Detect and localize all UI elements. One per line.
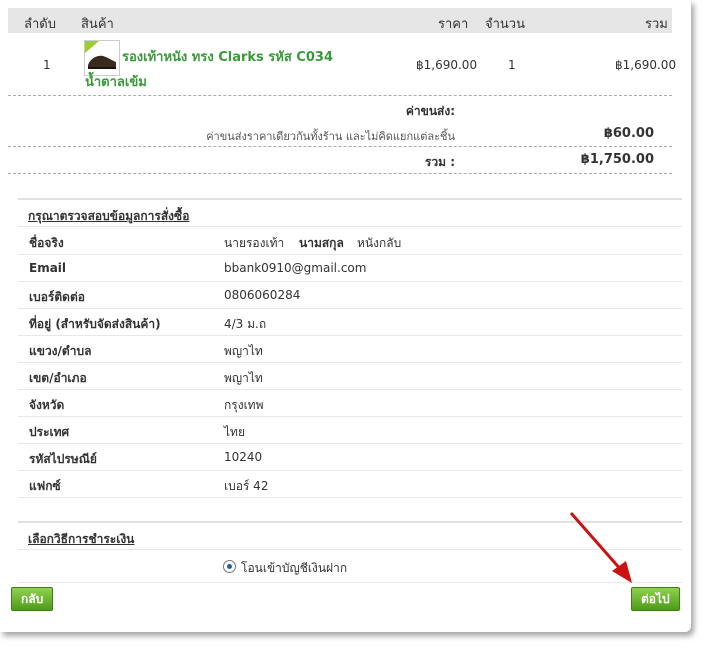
product-name-link[interactable]: รองเท้าหนัง ทรง Clarks รหัส C034 น้ำตาลเ… — [85, 45, 335, 95]
cart-table-header: ลำดับ สินค้า ราคา จำนวน รวม — [8, 8, 672, 33]
info-value-address: 4/3 ม.ถ — [224, 317, 267, 331]
row-divider — [18, 497, 682, 498]
row-divider — [18, 416, 682, 417]
order-info-title: กรุณาตรวจสอบข้อมูลการสั่งซื้อ — [28, 209, 190, 223]
divider — [8, 173, 672, 174]
grand-total-label: รวม : — [424, 155, 455, 169]
section-divider — [18, 198, 682, 200]
info-value-district: พญาไท — [224, 371, 263, 385]
header-index: ลำดับ — [24, 17, 56, 32]
row-divider — [18, 335, 682, 336]
header-price: ราคา — [438, 17, 469, 32]
info-value-postcode: 10240 — [224, 450, 263, 464]
row-divider — [18, 281, 682, 282]
shipping-note: ค่าขนส่งราคาเดียวกันทั้งร้าน และไม่คิดแย… — [206, 130, 455, 143]
info-label-phone: เบอร์ติดต่อ — [29, 290, 85, 304]
info-label-lastname: นามสกุล — [299, 236, 344, 250]
row-divider — [18, 308, 682, 309]
info-value-province: กรุงเทพ — [224, 398, 264, 412]
info-label-fax: แฟกซ์ — [29, 479, 61, 493]
next-button[interactable]: ต่อไป — [631, 587, 680, 611]
info-label-email: Email — [29, 261, 67, 275]
payment-title: เลือกวิธีการชำระเงิน — [28, 532, 135, 546]
item-index: 1 — [43, 58, 51, 72]
info-value-subdistrict: พญาไท — [224, 344, 263, 358]
row-divider — [18, 226, 682, 227]
info-label-postcode: รหัสไปรษณีย์ — [29, 452, 97, 466]
row-divider — [18, 389, 682, 390]
divider — [8, 95, 672, 96]
header-product: สินค้า — [81, 17, 114, 32]
red-arrow-icon — [569, 512, 632, 583]
info-label-country: ประเทศ — [29, 425, 70, 439]
payment-radio-bank-transfer[interactable] — [223, 560, 236, 573]
header-qty: จำนวน — [485, 17, 525, 32]
shipping-value: ฿60.00 — [603, 126, 654, 141]
info-value-phone: 0806060284 — [224, 288, 301, 302]
item-total: ฿1,690.00 — [615, 58, 677, 72]
header-total: รวม — [645, 17, 668, 32]
info-value-country: ไทย — [224, 425, 245, 439]
info-label-subdistrict: แขวง/ตำบล — [29, 344, 92, 358]
info-label-address: ที่อยู่ (สำหรับจัดส่งสินค้า) — [29, 317, 161, 331]
shipping-label: ค่าขนส่ง: — [405, 104, 455, 118]
payment-option-label[interactable]: โอนเข้าบัญชีเงินฝาก — [241, 559, 347, 578]
checkout-panel: ลำดับ สินค้า ราคา จำนวน รวม 1 รองเท้าหนั… — [0, 0, 691, 632]
info-value-firstname: นายรองเท้า — [224, 236, 285, 250]
divider — [8, 146, 672, 147]
info-value-lastname: หนังกลับ — [357, 236, 402, 250]
info-label-firstname: ชื่อจริง — [29, 236, 64, 250]
info-value-email: bbank0910@gmail.com — [224, 261, 367, 275]
item-price: ฿1,690.00 — [416, 58, 478, 72]
info-label-province: จังหวัด — [29, 398, 65, 412]
info-label-district: เขต/อำเภอ — [29, 371, 87, 385]
row-divider — [18, 470, 682, 471]
row-divider — [18, 443, 682, 444]
info-value-fax: เบอร์ 42 — [224, 479, 269, 493]
row-divider — [18, 362, 682, 363]
grand-total-value: ฿1,750.00 — [580, 152, 654, 167]
item-qty: 1 — [508, 58, 516, 72]
back-button[interactable]: กลับ — [11, 587, 54, 611]
row-divider — [18, 254, 682, 255]
